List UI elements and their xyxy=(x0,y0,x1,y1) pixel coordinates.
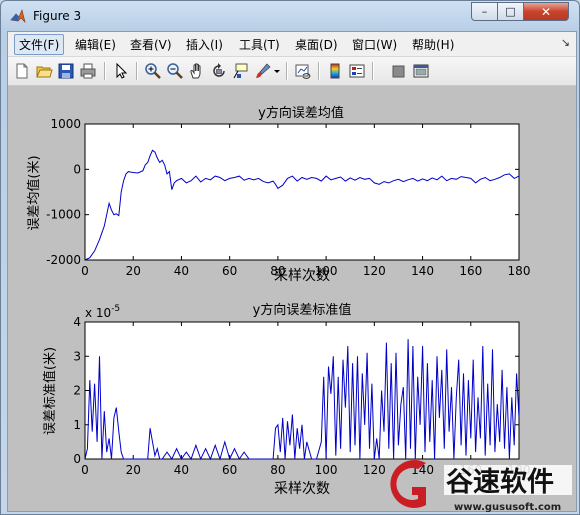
legend-icon[interactable] xyxy=(348,62,366,80)
close-button[interactable]: ✕ xyxy=(523,2,569,21)
axes-mean-error[interactable]: y方向误差均值 0 20 40 60 80 100 120 140 160 180-2000-10… xyxy=(26,105,530,284)
chevron-down-icon[interactable] xyxy=(272,62,282,80)
x-tick-label: 40 xyxy=(174,463,189,477)
watermark-url: www.gususoft.com xyxy=(454,502,561,513)
x-axis-label: 采样次数 xyxy=(274,268,330,284)
x-tick-label: 80 xyxy=(270,463,285,477)
x-tick-label: 120 xyxy=(363,463,386,477)
y-tick-label: -2000 xyxy=(46,253,81,267)
toolbar-separator xyxy=(104,62,106,80)
y-tick-label: 0 xyxy=(73,162,81,176)
data-cursor-icon[interactable] xyxy=(232,62,250,80)
figure-client-area: 文件(F) 编辑(E) 查看(V) 插入(I) 工具(T) 桌面(D) 窗口(W… xyxy=(7,31,577,512)
x-tick-label: 140 xyxy=(411,264,434,278)
x-tick-label: 20 xyxy=(126,463,141,477)
chart-title: y方向误差标准值 xyxy=(253,302,352,318)
x-tick-label: 0 xyxy=(81,264,89,278)
x-tick-label: 180 xyxy=(508,264,531,278)
y-tick-label: 1 xyxy=(73,418,81,432)
zoom-out-icon[interactable] xyxy=(166,62,184,80)
x-tick-label: 60 xyxy=(222,264,237,278)
close-icon: ✕ xyxy=(540,4,552,19)
figure-window: Figure 3 – □ ✕ 文件(F) 编辑(E) 查看(V) 插入(I) 工… xyxy=(0,0,580,515)
axes-box xyxy=(84,123,520,261)
print-icon[interactable] xyxy=(79,62,97,80)
menu-tools[interactable]: 工具(T) xyxy=(239,36,280,53)
y-tick-label: -1000 xyxy=(46,208,81,222)
toolbar-separator xyxy=(372,62,374,80)
maximize-icon: □ xyxy=(505,5,516,18)
y-axis-label: 误差标准值(米) xyxy=(42,347,58,435)
y-scale-base: x 10 xyxy=(85,306,111,320)
watermark-brand: 谷速软件 xyxy=(446,467,554,498)
window-title: Figure 3 xyxy=(33,9,82,23)
zoom-in-icon[interactable] xyxy=(144,62,162,80)
menu-view[interactable]: 查看(V) xyxy=(130,36,172,53)
menu-insert[interactable]: 插入(I) xyxy=(186,36,223,53)
plots-svg: y方向误差均值 0 20 40 60 80 100 120 140 160 180-2000-10… xyxy=(26,105,530,497)
menu-bar: 文件(F) 编辑(E) 查看(V) 插入(I) 工具(T) 桌面(D) 窗口(W… xyxy=(8,32,576,57)
new-figure-icon[interactable] xyxy=(13,62,31,80)
x-tick-label: 160 xyxy=(459,264,482,278)
open-file-icon[interactable] xyxy=(35,62,53,80)
x-tick-label: 120 xyxy=(363,264,386,278)
y-tick-label: 3 xyxy=(73,349,81,363)
menu-window[interactable]: 窗口(W) xyxy=(352,36,397,53)
x-tick-label: 60 xyxy=(222,463,237,477)
x-tick-label: 0 xyxy=(81,463,89,477)
save-icon[interactable] xyxy=(57,62,75,80)
dock-arrow-icon[interactable]: ↘ xyxy=(561,36,570,49)
y-axis-label: 误差均值(米) xyxy=(26,155,42,230)
menu-edit[interactable]: 编辑(E) xyxy=(75,36,116,53)
toolbar-separator xyxy=(136,62,138,80)
y-tick-label: 1000 xyxy=(50,117,81,131)
y-tick-label: 4 xyxy=(73,315,81,329)
toolbar-separator xyxy=(318,62,320,80)
maximize-button[interactable]: □ xyxy=(497,2,524,21)
chart-title: y方向误差均值 xyxy=(258,105,344,121)
title-bar[interactable]: Figure 3 – □ ✕ xyxy=(1,1,579,31)
menu-desktop[interactable]: 桌面(D) xyxy=(295,36,338,53)
toolbar-separator xyxy=(286,62,288,80)
axes-box xyxy=(84,321,520,460)
y-scale-exponent: -5 xyxy=(111,304,120,314)
figure-canvas: y方向误差均值 0 20 40 60 80 100 120 140 160 180 -2000 -10… xyxy=(8,86,576,511)
y-scale-factor: x 10-5 xyxy=(85,304,120,320)
minimize-button[interactable]: – xyxy=(471,2,498,21)
x-axis-label: 采样次数 xyxy=(274,481,330,497)
hide-plot-tools-icon[interactable] xyxy=(390,62,408,80)
rotate-3d-icon[interactable] xyxy=(210,62,228,80)
brush-icon[interactable] xyxy=(254,62,272,80)
watermark-logo: 谷速软件 www.gususoft.com xyxy=(390,460,572,513)
y-tick-label: 0 xyxy=(73,452,81,466)
minimize-icon: – xyxy=(481,5,488,18)
figure-toolbar xyxy=(8,57,576,86)
colorbar-icon[interactable] xyxy=(326,62,344,80)
link-plot-icon[interactable] xyxy=(294,62,312,80)
x-tick-label: 20 xyxy=(126,264,141,278)
x-tick-label: 40 xyxy=(174,264,189,278)
matlab-logo-icon xyxy=(10,9,26,23)
x-tick-label: 100 xyxy=(315,463,338,477)
menu-file[interactable]: 文件(F) xyxy=(14,34,65,55)
pointer-icon[interactable] xyxy=(112,62,130,80)
show-plot-tools-icon[interactable] xyxy=(412,62,430,80)
menu-help[interactable]: 帮助(H) xyxy=(412,36,454,53)
pan-hand-icon[interactable] xyxy=(188,62,206,80)
y-tick-label: 2 xyxy=(73,384,81,398)
